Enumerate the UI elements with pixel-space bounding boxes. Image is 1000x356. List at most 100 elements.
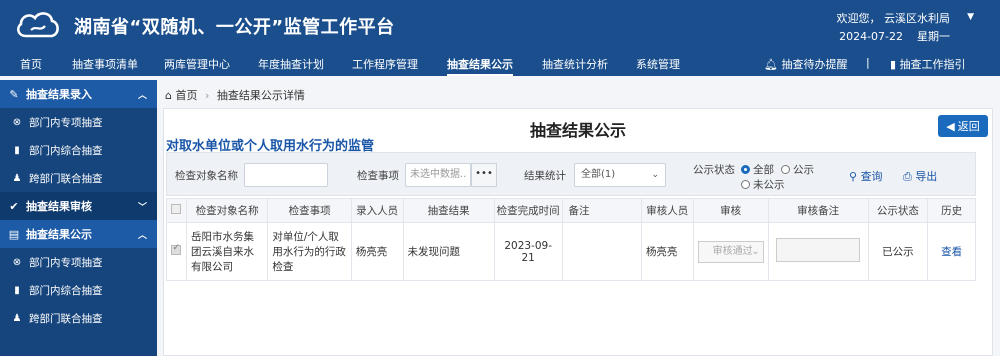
col-header: 录入人员 — [350, 198, 404, 223]
radio-label: 公示 — [793, 164, 814, 176]
col-header: 审核备注 — [767, 198, 869, 223]
circle-icon: ⊗ — [12, 116, 22, 128]
sidebar-item-dept-special[interactable]: ⊗ 部门内专项抽查 — [0, 248, 157, 276]
users-icon: ♟ — [12, 312, 22, 324]
nav-procedure[interactable]: 工作程序管理 — [352, 56, 418, 76]
breadcrumb: ⌂ 首页 › 抽查结果公示详情 — [165, 87, 305, 103]
breadcrumb-separator-icon: › — [204, 89, 210, 102]
check-item-input[interactable]: 未选中数据.. — [405, 163, 471, 187]
export-label: 导出 — [915, 170, 938, 183]
sidebar-group-review[interactable]: ✔ 抽查结果审核 ﹀ — [0, 192, 157, 220]
radio-checked-icon — [741, 165, 750, 174]
check-item-picker-button[interactable]: ••• — [471, 163, 497, 187]
cell-remark — [561, 222, 642, 281]
nav-check-items[interactable]: 抽查事项清单 — [72, 56, 138, 76]
radio-label: 未公示 — [753, 179, 785, 191]
sidebar-item-label: 部门内专项抽查 — [29, 116, 103, 129]
filter-bar: 检查对象名称 检查事项 未选中数据.. ••• 结果统计 全部(1) ⌄ 公示状… — [166, 152, 976, 196]
col-header: 审核人员 — [640, 198, 694, 223]
status-radio-unpublic[interactable]: 未公示 — [741, 177, 785, 192]
nav-home[interactable]: 首页 — [20, 56, 42, 76]
nav-statistics[interactable]: 抽查统计分析 — [542, 56, 608, 76]
nav-two-libraries[interactable]: 两库管理中心 — [164, 56, 230, 76]
sidebar-item-label: 部门内专项抽查 — [29, 256, 103, 269]
col-header: 备注 — [561, 198, 642, 223]
view-history-link[interactable]: 查看 — [941, 246, 962, 258]
document-icon: ▤ — [8, 227, 20, 241]
table-header-row: 检查对象名称 检查事项 录入人员 抽查结果 检查完成时间 备注 审核人员 审核 … — [166, 198, 976, 223]
query-label: 查询 — [860, 170, 883, 183]
nav-annual-plan[interactable]: 年度抽查计划 — [258, 56, 324, 76]
sidebar-group-label: 抽查结果录入 — [26, 88, 92, 101]
main-content: ⌂ 首页 › 抽查结果公示详情 抽查结果公示 对取水单位或个人取用水行为的监管 … — [157, 80, 1000, 356]
bookmark-icon: ▮ — [14, 284, 20, 296]
sidebar-item-cross-dept[interactable]: ♟ 跨部门联合抽查 — [0, 164, 157, 192]
checkbox-checked-icon[interactable] — [171, 243, 182, 255]
export-button[interactable]: ⎙ 导出 — [903, 168, 937, 184]
app-title: 湖南省“双随机、一公开”监管工作平台 — [74, 17, 395, 38]
status-radio-public[interactable]: 公示 — [781, 162, 814, 177]
status-radio-all[interactable]: 全部 — [741, 162, 774, 177]
todo-label: 抽查待办提醒 — [781, 58, 848, 71]
query-button[interactable]: ⚲ 查询 — [849, 168, 883, 184]
search-icon: ⚲ — [849, 170, 858, 183]
book-icon: ▮ — [890, 58, 897, 71]
sidebar-group-label: 抽查结果审核 — [26, 200, 92, 213]
user-info[interactable]: 欢迎您， 云溪区水利局 2024-07-22 星期一 — [837, 10, 951, 46]
circle-icon: ⊗ — [12, 256, 22, 268]
sidebar-group-entry[interactable]: ✎ 抽查结果录入 ︿ — [0, 80, 157, 108]
check-item-label: 检查事项 — [357, 170, 399, 182]
check-circle-icon: ✔ — [9, 199, 19, 213]
nav-system[interactable]: 系统管理 — [636, 56, 680, 76]
user-greeting: 欢迎您， 云溪区水利局 — [836, 12, 951, 25]
review-select[interactable]: 审核通过 ⌄ — [697, 240, 764, 263]
sidebar-item-cross-dept[interactable]: ♟ 跨部门联合抽查 — [0, 304, 157, 332]
row-select-cell[interactable] — [166, 222, 187, 281]
cell-status: 已公示 — [867, 222, 929, 281]
back-button[interactable]: ◀ 返回 — [938, 115, 988, 137]
result-table: 检查对象名称 检查事项 录入人员 抽查结果 检查完成时间 备注 审核人员 审核 … — [166, 198, 976, 281]
object-name-input[interactable] — [244, 163, 328, 187]
col-header: 历史 — [927, 198, 976, 223]
cell-item: 对单位/个人取用水行为的行政检查 — [267, 222, 352, 281]
bell-icon: 🔔︎ — [764, 58, 778, 71]
cloud-logo-icon — [16, 12, 59, 38]
sidebar-group-publicity[interactable]: ▤ 抽查结果公示 ︿ — [0, 220, 157, 248]
sidebar-item-dept-comprehensive[interactable]: ▮ 部门内综合抽查 — [0, 136, 157, 164]
stat-label: 结果统计 — [524, 170, 566, 182]
cell-entry: 杨亮亮 — [350, 222, 404, 281]
review-remark-textarea[interactable] — [776, 238, 861, 262]
sidebar-item-label: 跨部门联合抽查 — [29, 172, 103, 185]
table-row: 岳阳市水务集团云溪自来水有限公司 对单位/个人取用水行为的行政检查 杨亮亮 未发… — [166, 222, 976, 281]
nav-divider: | — [866, 56, 870, 69]
col-header: 检查完成时间 — [493, 198, 563, 223]
col-header: 抽查结果 — [402, 198, 495, 223]
main-nav: 首页 抽查事项清单 两库管理中心 年度抽查计划 工作程序管理 抽查结果公示 抽查… — [0, 52, 1000, 76]
chevron-down-icon: ﹀ — [137, 203, 147, 213]
user-menu-caret-icon[interactable]: ▼ — [967, 12, 974, 22]
col-header: 检查对象名称 — [185, 198, 269, 223]
stat-select-value: 全部(1) — [581, 169, 616, 180]
sidebar-item-dept-special[interactable]: ⊗ 部门内专项抽查 — [0, 108, 157, 136]
object-name-label: 检查对象名称 — [175, 170, 238, 182]
stat-select[interactable]: 全部(1) ⌄ — [574, 163, 666, 187]
sidebar-item-label: 跨部门联合抽查 — [29, 312, 103, 325]
sidebar: ✎ 抽查结果录入 ︿ ⊗ 部门内专项抽查 ▮ 部门内综合抽查 ♟ 跨部门联合抽查… — [0, 80, 157, 356]
sidebar-item-dept-comprehensive[interactable]: ▮ 部门内综合抽查 — [0, 276, 157, 304]
checkbox-icon[interactable] — [171, 204, 182, 214]
nav-todo-reminder[interactable]: 🔔︎ 抽查待办提醒 — [764, 56, 847, 72]
breadcrumb-home[interactable]: 首页 — [175, 89, 197, 102]
nav-guide[interactable]: ▮ 抽查工作指引 — [890, 56, 966, 72]
select-all-cell[interactable] — [166, 198, 187, 223]
radio-label: 全部 — [753, 164, 774, 176]
col-header: 检查事项 — [267, 198, 352, 223]
users-icon: ♟ — [12, 172, 22, 184]
nav-result-publicity[interactable]: 抽查结果公示 — [447, 56, 513, 76]
pencil-icon: ✎ — [9, 87, 19, 101]
top-header: 湖南省“双随机、一公开”监管工作平台 欢迎您， 云溪区水利局 2024-07-2… — [0, 0, 1000, 52]
guide-label: 抽查工作指引 — [899, 58, 966, 71]
sidebar-item-label: 部门内综合抽查 — [29, 144, 103, 157]
current-date: 2024-07-22 星期一 — [839, 30, 950, 43]
cell-object: 岳阳市水务集团云溪自来水有限公司 — [185, 222, 269, 281]
bookmark-icon: ▮ — [14, 144, 20, 156]
